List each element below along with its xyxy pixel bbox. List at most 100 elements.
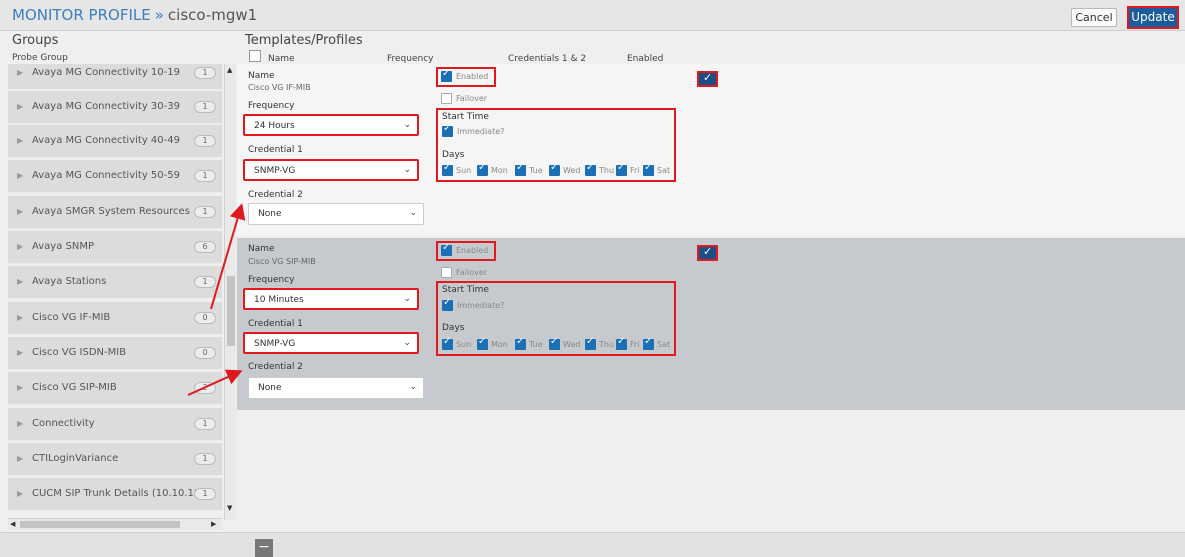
day-thu-label: Thu	[599, 166, 615, 175]
scroll-thumb[interactable]	[227, 276, 235, 346]
day-fri-label: Fri	[630, 340, 640, 349]
expand-arrow-icon: ▶	[17, 419, 24, 428]
enabled-checkbox[interactable]	[441, 68, 452, 82]
group-item[interactable]: ▶ CUCM SIP Trunk Details (10.10.10.... 1	[8, 478, 222, 511]
day-mon-label: Mon	[491, 166, 508, 175]
select-all-checkbox[interactable]	[249, 50, 261, 62]
chevron-down-icon: ⌄	[403, 294, 411, 304]
expand-arrow-icon: ▶	[17, 277, 24, 286]
group-item[interactable]: ▶ Avaya Stations 1	[8, 266, 222, 299]
credential2-select[interactable]: None ⌄	[248, 203, 424, 225]
group-item[interactable]: ▶ Cisco VG ISDN-MIB 0	[8, 337, 222, 370]
frequency-label: Frequency	[248, 275, 295, 285]
day-fri-checkbox[interactable]	[616, 162, 627, 176]
group-item[interactable]: ▶ Avaya MG Connectivity 30-39 1	[8, 91, 222, 124]
update-button[interactable]: Update	[1127, 6, 1179, 29]
immediate-checkbox[interactable]	[442, 297, 453, 311]
credential1-select[interactable]: SNMP-VG ⌄	[243, 332, 419, 354]
failover-checkbox[interactable]	[441, 267, 452, 278]
group-count-badge: 1	[194, 135, 216, 147]
expand-arrow-icon: ▶	[17, 102, 24, 111]
enabled-label: Enabled	[456, 246, 489, 255]
credential2-select[interactable]: None ⌄	[248, 377, 424, 399]
enabled-checkbox[interactable]	[441, 242, 452, 256]
group-item[interactable]: ▶ Avaya SNMP 6	[8, 231, 222, 264]
expand-arrow-icon: ▶	[17, 348, 24, 357]
group-label: Avaya MG Connectivity 30-39	[32, 101, 180, 112]
day-sun-checkbox[interactable]	[442, 336, 453, 350]
credential1-label: Credential 1	[248, 145, 303, 155]
day-tue-checkbox[interactable]	[515, 336, 526, 350]
group-item[interactable]: ▶ Avaya MG Connectivity 10-19 1	[8, 64, 222, 90]
day-sat-checkbox[interactable]	[643, 336, 654, 350]
group-item[interactable]: ▶ Avaya MG Connectivity 50-59 1	[8, 160, 222, 193]
day-sun-label: Sun	[456, 340, 472, 349]
chevron-down-icon: ⌄	[409, 208, 417, 218]
group-item[interactable]: ▶ Cisco VG IF-MIB 0	[8, 302, 222, 335]
groups-horizontal-scrollbar[interactable]: ◀ ▶	[8, 518, 222, 530]
row-enabled-checkbox[interactable]	[697, 71, 718, 87]
group-item[interactable]: ▶ Cisco VG SIP-MIB 2	[8, 372, 222, 405]
days-label: Days	[442, 323, 465, 333]
breadcrumb-root[interactable]: MONITOR PROFILE	[12, 6, 151, 24]
day-fri-checkbox[interactable]	[616, 336, 627, 350]
group-label: Cisco VG ISDN-MIB	[32, 347, 127, 358]
expand-arrow-icon: ▶	[17, 383, 24, 392]
day-wed-label: Wed	[563, 340, 581, 349]
probe-group-header: Probe Group	[12, 53, 68, 63]
group-item[interactable]: ▶ CTILoginVariance 1	[8, 443, 222, 476]
scroll-down-icon[interactable]: ▼	[227, 504, 232, 512]
group-count-badge: 1	[194, 488, 216, 500]
credential2-value: None	[258, 209, 282, 219]
group-label: Avaya MG Connectivity 50-59	[32, 170, 180, 181]
day-wed-checkbox[interactable]	[549, 162, 560, 176]
group-item[interactable]: ▶ Connectivity 1	[8, 408, 222, 441]
day-sat-checkbox[interactable]	[643, 162, 654, 176]
frequency-value: 10 Minutes	[254, 295, 304, 305]
day-thu-checkbox[interactable]	[585, 336, 596, 350]
column-credentials[interactable]: Credentials 1 & 2	[508, 54, 586, 64]
day-fri-label: Fri	[630, 166, 640, 175]
column-name[interactable]: Name	[268, 54, 295, 64]
day-tue-label: Tue	[529, 166, 543, 175]
groups-vertical-scrollbar[interactable]: ▲ ▼	[224, 64, 236, 520]
collapse-button[interactable]: −	[255, 539, 273, 557]
frequency-select[interactable]: 24 Hours ⌄	[243, 114, 419, 136]
scroll-thumb[interactable]	[20, 521, 180, 528]
frequency-value: 24 Hours	[254, 121, 295, 131]
expand-arrow-icon: ▶	[17, 68, 24, 77]
group-label: Cisco VG IF-MIB	[32, 312, 111, 323]
scroll-up-icon[interactable]: ▲	[227, 66, 232, 74]
day-tue-checkbox[interactable]	[515, 162, 526, 176]
failover-label: Failover	[456, 268, 488, 277]
expand-arrow-icon: ▶	[17, 136, 24, 145]
day-mon-checkbox[interactable]	[477, 162, 488, 176]
row-enabled-checkbox[interactable]	[697, 245, 718, 261]
group-label: CUCM SIP Trunk Details (10.10.10....	[32, 488, 213, 499]
frequency-select[interactable]: 10 Minutes ⌄	[243, 288, 419, 310]
failover-checkbox[interactable]	[441, 93, 452, 104]
immediate-checkbox[interactable]	[442, 123, 453, 137]
group-count-badge: 1	[194, 453, 216, 465]
column-frequency[interactable]: Frequency	[387, 54, 434, 64]
scroll-left-icon[interactable]: ◀	[10, 520, 15, 528]
column-enabled[interactable]: Enabled	[627, 54, 663, 64]
page-title: MONITOR PROFILE» cisco-mgw1	[12, 6, 257, 24]
group-count-badge: 1	[194, 170, 216, 182]
cancel-button[interactable]: Cancel	[1071, 8, 1117, 27]
day-sun-checkbox[interactable]	[442, 162, 453, 176]
day-wed-checkbox[interactable]	[549, 336, 560, 350]
day-wed-label: Wed	[563, 166, 581, 175]
group-item[interactable]: ▶ Avaya MG Connectivity 40-49 1	[8, 125, 222, 158]
scroll-right-icon[interactable]: ▶	[211, 520, 216, 528]
group-count-badge: 0	[194, 347, 216, 359]
chevron-down-icon: ⌄	[409, 382, 417, 392]
group-label: Avaya MG Connectivity 10-19	[32, 67, 180, 78]
immediate-label: Immediate?	[457, 301, 505, 310]
day-thu-checkbox[interactable]	[585, 162, 596, 176]
credential1-select[interactable]: SNMP-VG ⌄	[243, 159, 419, 181]
group-item[interactable]: ▶ Avaya SMGR System Resources 1	[8, 196, 222, 229]
enabled-label: Enabled	[456, 72, 489, 81]
day-mon-checkbox[interactable]	[477, 336, 488, 350]
group-count-badge: 1	[194, 206, 216, 218]
